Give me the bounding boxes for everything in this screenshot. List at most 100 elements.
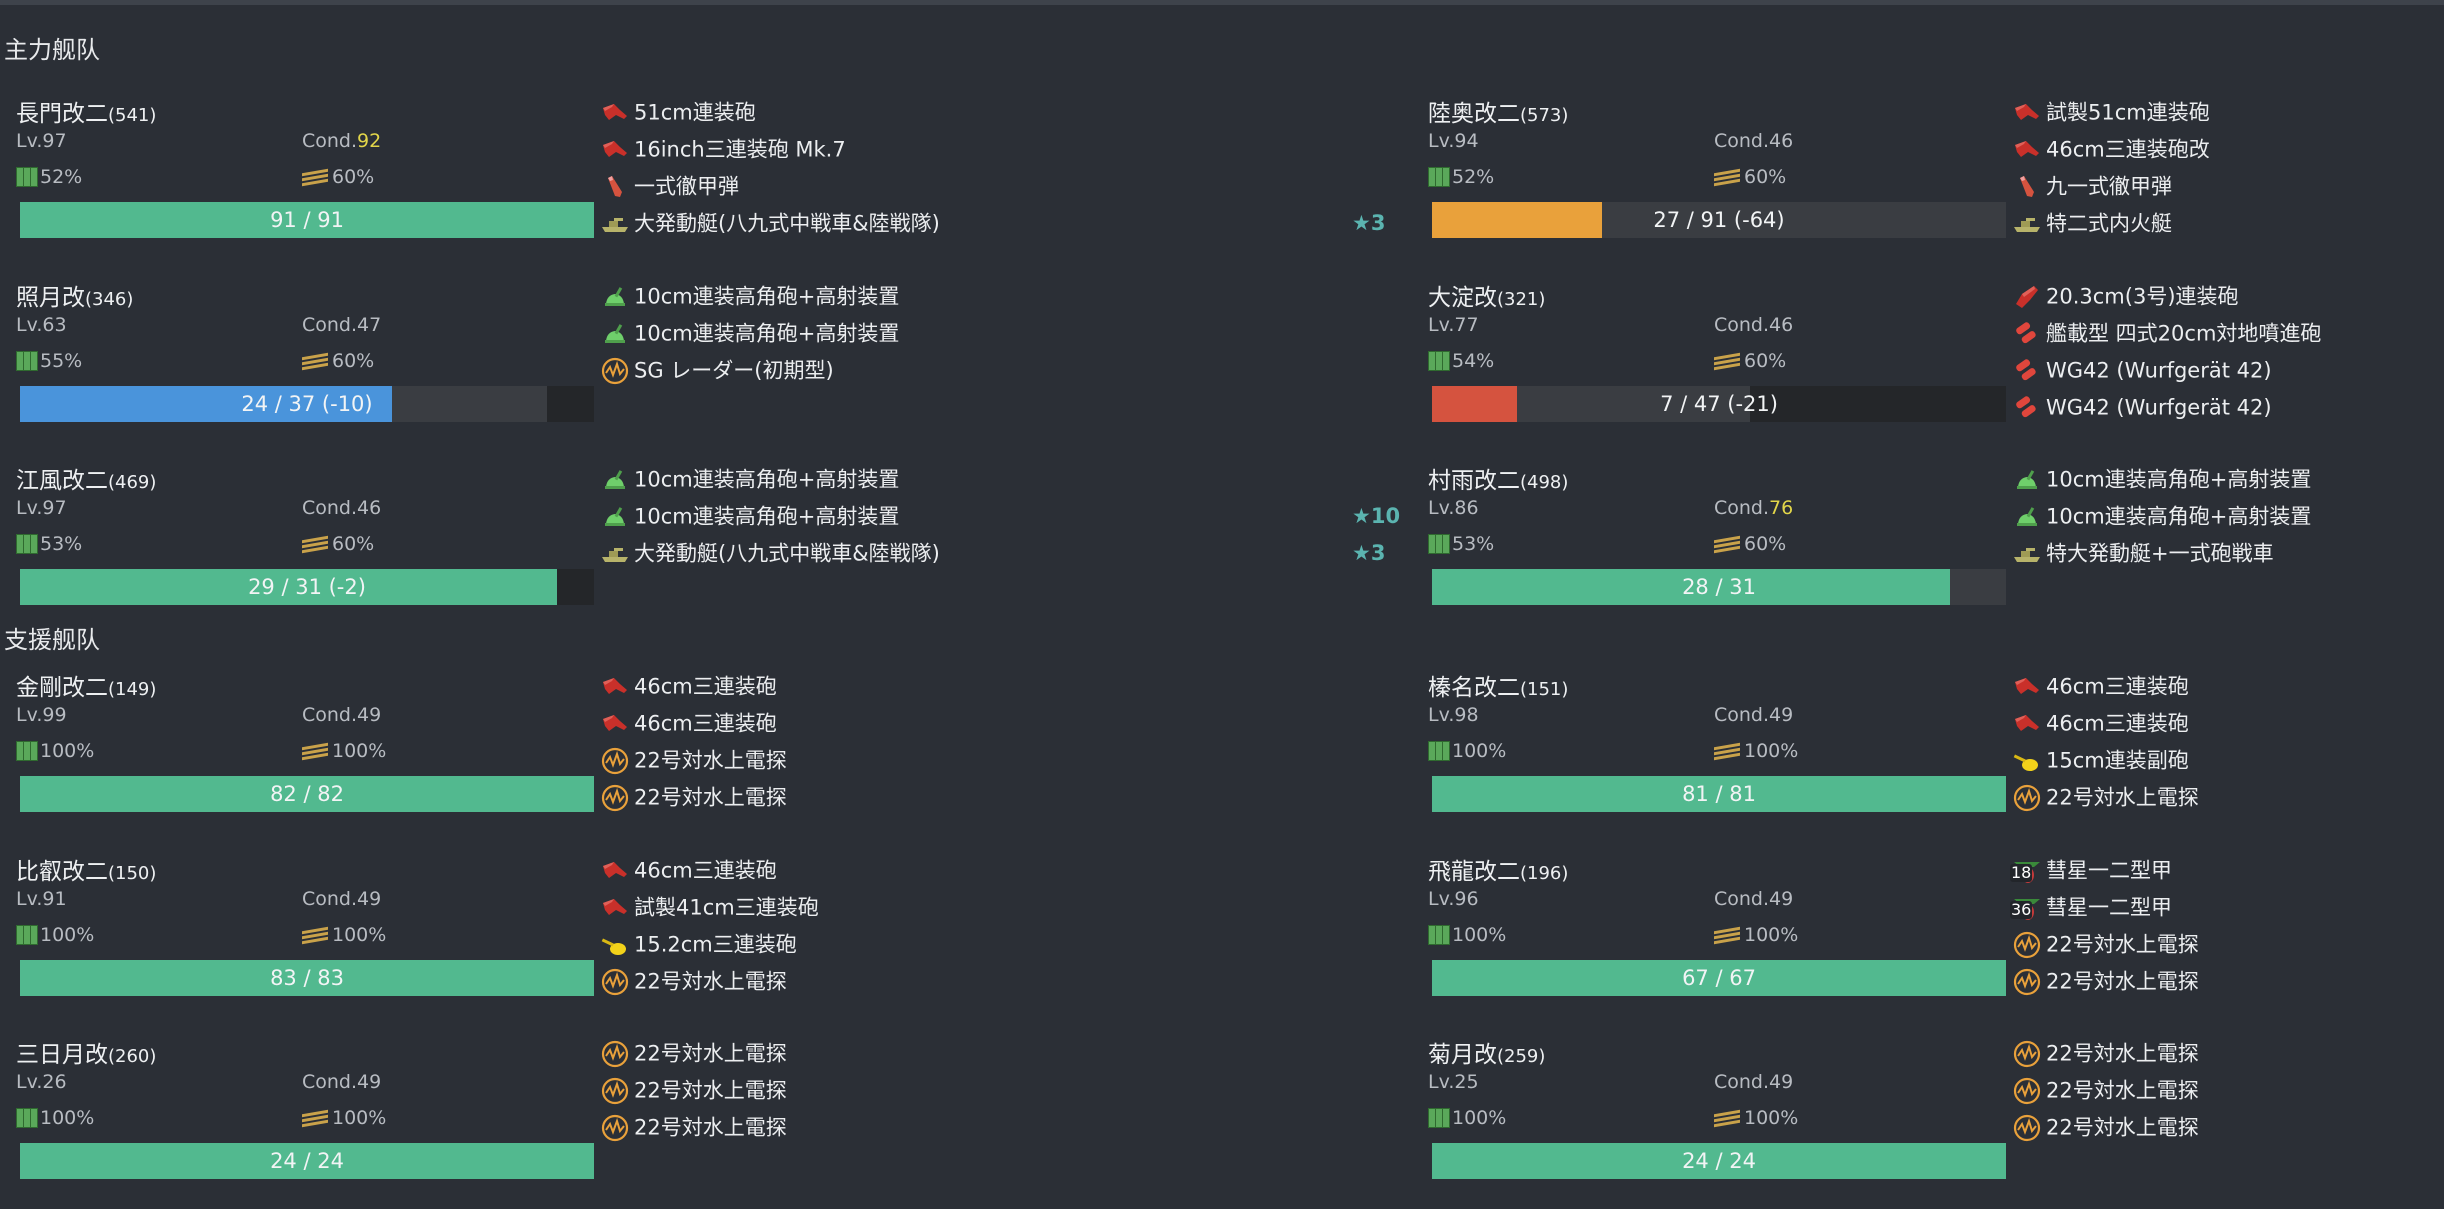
ammo-icon [302,1109,328,1128]
ammo-value: 100% [1744,740,1799,762]
equipment-item[interactable]: 22号対水上電探 [600,963,1400,1000]
ammo-value: 100% [1744,924,1799,946]
ship-fuel: 53% [1428,533,1494,555]
equipment-item[interactable]: 51cm連装砲 [600,94,1400,131]
equipment-item[interactable]: 22号対水上電探 [2012,1109,2444,1146]
ship-name[interactable]: 比叡改二(150) [16,852,156,886]
equipment-name: 彗星一二型甲 [2046,858,2172,883]
condition-value: 49 [357,704,382,726]
ship-id: (498) [1520,472,1569,493]
equipment-item[interactable]: 22号対水上電探 [600,1109,1400,1146]
equipment-item[interactable]: 試製51cm連装砲 [2012,94,2444,131]
ship-name[interactable]: 飛龍改二(196) [1428,852,1568,886]
ship-name-text: 比叡改二 [16,859,108,885]
ship-name[interactable]: 村雨改二(498) [1428,461,1568,495]
equipment-item[interactable]: 22号対水上電探 [600,742,1400,779]
equipment-item[interactable]: 46cm三連装砲 [600,852,1400,889]
equipment-item[interactable]: 22号対水上電探 [2012,1035,2444,1072]
ship-card: 村雨改二(498) Lv.86 Cond.76 53% 60% 28 / 31 10cm連装… [1412,465,2444,635]
equipment-name: 46cm三連装砲 [2046,711,2189,736]
section-title: 支援舰队 [4,626,100,654]
equipment-item[interactable]: 10cm連装高角砲+高射装置 ★10 [600,498,1400,535]
equipment-item[interactable]: 20.3cm(3号)連装砲 [2012,278,2444,315]
radar-icon [2012,930,2042,960]
equipment-item[interactable]: 10cm連装高角砲+高射装置 [600,278,1400,315]
equipment-item[interactable]: 46cm三連装砲改 [2012,131,2444,168]
equipment-item[interactable]: 一式徹甲弾 [600,168,1400,205]
equipment-name: 10cm連装高角砲+高射装置 [634,284,900,309]
equipment-name: 15.2cm三連装砲 [634,932,797,957]
equipment-list: 10cm連装高角砲+高射装置 10cm連装高角砲+高射装置 SG レーダー(初期型) [600,278,1400,389]
equipment-name: 22号対水上電探 [634,748,787,773]
equipment-item[interactable]: 22号対水上電探 [600,1035,1400,1072]
ship-name[interactable]: 金剛改二(149) [16,668,156,702]
equipment-item[interactable]: WG42 (Wurfgerät 42) [2012,389,2444,426]
equipment-item[interactable]: 46cm三連装砲 [2012,705,2444,742]
equipment-item[interactable]: 10cm連装高角砲+高射装置 [2012,461,2444,498]
equipment-name: 10cm連装高角砲+高射装置 [2046,467,2312,492]
fuel-icon [1428,925,1450,945]
equipment-name: 特二式内火艇 [2046,211,2172,236]
ship-name[interactable]: 長門改二(541) [16,94,156,128]
equipment-name: 22号対水上電探 [2046,969,2199,994]
equipment-item[interactable]: 22号対水上電探 [600,1072,1400,1109]
equipment-name: 46cm三連装砲改 [2046,137,2210,162]
ship-name[interactable]: 江風改二(469) [16,461,156,495]
equipment-item[interactable]: 46cm三連装砲 [600,705,1400,742]
equipment-item[interactable]: 10cm連装高角砲+高射装置 [600,315,1400,352]
fuel-value: 55% [40,350,83,372]
ship-level: Lv.26 [16,1071,67,1093]
equipment-item[interactable]: 15.2cm三連装砲 [600,926,1400,963]
condition-label: Cond. [302,314,358,336]
ship-name[interactable]: 照月改(346) [16,278,133,312]
equipment-name: 22号対水上電探 [634,1115,787,1140]
ammo-value: 100% [332,740,387,762]
ship-name[interactable]: 陸奥改二(573) [1428,94,1568,128]
equipment-item[interactable]: 大発動艇(八九式中戦車&陸戦隊) ★3 [600,535,1400,572]
equipment-item[interactable]: 大発動艇(八九式中戦車&陸戦隊) ★3 [600,205,1400,242]
equipment-item[interactable]: 22号対水上電探 [2012,963,2444,1000]
ship-card: 江風改二(469) Lv.97 Cond.46 53% 60% 29 / 31 (-2) 1… [0,465,1400,635]
equipment-item[interactable]: 22号対水上電探 [2012,926,2444,963]
equipment-item[interactable]: 九一式徹甲弾 [2012,168,2444,205]
equipment-item[interactable]: 46cm三連装砲 [2012,668,2444,705]
condition-value: 49 [1769,704,1794,726]
ship-level: Lv.91 [16,888,67,910]
dive-bomber-icon: 18 [2010,856,2042,886]
condition-value: 49 [1769,1071,1794,1093]
ship-condition: Cond.49 [302,888,381,910]
equipment-item[interactable]: 10cm連装高角砲+高射装置 [600,461,1400,498]
ship-name[interactable]: 榛名改二(151) [1428,668,1568,702]
fuel-icon [16,925,38,945]
equipment-item[interactable]: WG42 (Wurfgerät 42) [2012,352,2444,389]
ship-card: 大淀改(321) Lv.77 Cond.46 54% 60% 7 / 47 (-21) 20… [1412,282,2444,452]
equipment-item[interactable]: 15cm連装副砲 [2012,742,2444,779]
equipment-item[interactable]: 22号対水上電探 [2012,779,2444,816]
equipment-item[interactable]: 22号対水上電探 [2012,1072,2444,1109]
hp-text: 28 / 31 [1682,575,1756,599]
equipment-item[interactable]: 22号対水上電探 [600,779,1400,816]
improvement-stars: ★3 [1352,541,1386,565]
equipment-item[interactable]: 16inch三連装砲 Mk.7 [600,131,1400,168]
equipment-item[interactable]: 10cm連装高角砲+高射装置 [2012,498,2444,535]
ship-ammo: 100% [302,1107,386,1129]
aircraft-count: 36 [2010,900,2033,919]
equipment-item[interactable]: 特大発動艇+一式砲戦車 [2012,535,2444,572]
main-gun-large-icon [2012,672,2042,702]
equipment-item[interactable]: SG レーダー(初期型) [600,352,1400,389]
equipment-name: 22号対水上電探 [2046,1115,2199,1140]
ammo-value: 100% [1744,1107,1799,1129]
ship-name[interactable]: 大淀改(321) [1428,278,1545,312]
hp-text: 83 / 83 [270,966,344,990]
condition-value: 46 [1769,130,1794,152]
ship-ammo: 100% [302,740,386,762]
equipment-item[interactable]: 36 彗星一二型甲 [2010,889,2444,926]
equipment-item[interactable]: 試製41cm三連装砲 [600,889,1400,926]
ship-fuel: 54% [1428,350,1494,372]
equipment-item[interactable]: 46cm三連装砲 [600,668,1400,705]
equipment-item[interactable]: 艦載型 四式20cm対地噴進砲 [2012,315,2444,352]
ship-name[interactable]: 菊月改(259) [1428,1035,1545,1069]
equipment-item[interactable]: 18 彗星一二型甲 [2010,852,2444,889]
equipment-item[interactable]: 特二式内火艇 [2012,205,2444,242]
ship-name[interactable]: 三日月改(260) [16,1035,156,1069]
